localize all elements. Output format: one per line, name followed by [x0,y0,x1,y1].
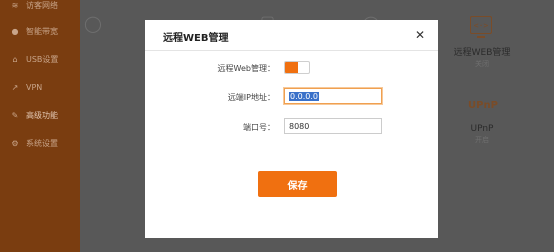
remote-web-icon: <·> [470,16,492,38]
arrow-icon: ↗ [11,82,19,92]
remote-ip-label: 远端IP地址： [227,93,275,102]
save-button[interactable]: 保存 [258,171,337,197]
feature-remote-web[interactable]: 远程WEB管理 关闭 [440,45,524,69]
remote-web-label: 远程Web管理： [217,64,275,73]
wrench-icon: ✎ [11,110,19,120]
sidebar-item-smart-bandwidth[interactable]: ● 智能带宽 [0,20,80,42]
toggle-on-indicator [285,62,298,73]
remote-web-dialog: 远程WEB管理 ✕ 远程Web管理： 远端IP地址： 0.0.0.0 端口号： … [145,20,438,238]
sidebar: ≋ 访客网络 ● 智能带宽 ⌂ USB设置 ↗ VPN ✎ 高级功能 ⚙ 系统设… [0,0,80,252]
location-pin-icon: ● [11,26,19,36]
sidebar-item-label: 高级功能 [26,110,58,120]
feature-title: 远程WEB管理 [453,48,511,58]
upnp-icon: UPnP [468,100,498,111]
remote-web-icon-glyph: <·> [473,20,489,30]
sidebar-item-guest-network[interactable]: ≋ 访客网络 [0,0,80,16]
port-label: 端口号： [243,123,275,132]
sidebar-item-system[interactable]: ⚙ 系统设置 [0,132,80,154]
dialog-title: 远程WEB管理 [163,33,229,44]
sidebar-item-usb[interactable]: ⌂ USB设置 [0,48,80,70]
gear-icon: ⚙ [11,138,19,148]
sidebar-item-label: 访客网络 [26,0,58,10]
circle-icon: ◯ [84,14,102,33]
usb-icon: ⌂ [12,54,18,64]
remote-ip-value: 0.0.0.0 [289,91,319,101]
sidebar-item-label: 智能带宽 [26,26,58,36]
feature-status: 关闭 [475,60,489,68]
wifi-icon: ≋ [11,0,19,10]
feature-upnp[interactable]: UPnP 开启 [440,124,524,145]
port-input[interactable]: 8080 [284,118,382,134]
sidebar-item-vpn[interactable]: ↗ VPN [0,76,80,98]
sidebar-item-label: 系统设置 [26,138,58,148]
port-value: 8080 [289,121,310,131]
sidebar-item-label: USB设置 [26,54,59,64]
close-icon[interactable]: ✕ [415,28,425,42]
sidebar-item-advanced[interactable]: ✎ 高级功能 [0,104,80,126]
remote-ip-input[interactable]: 0.0.0.0 [284,88,382,104]
divider [145,50,438,51]
sidebar-item-label: VPN [26,82,43,92]
feature-status: 开启 [475,136,489,144]
feature-title: UPnP [470,124,494,134]
remote-web-toggle[interactable] [284,61,310,74]
